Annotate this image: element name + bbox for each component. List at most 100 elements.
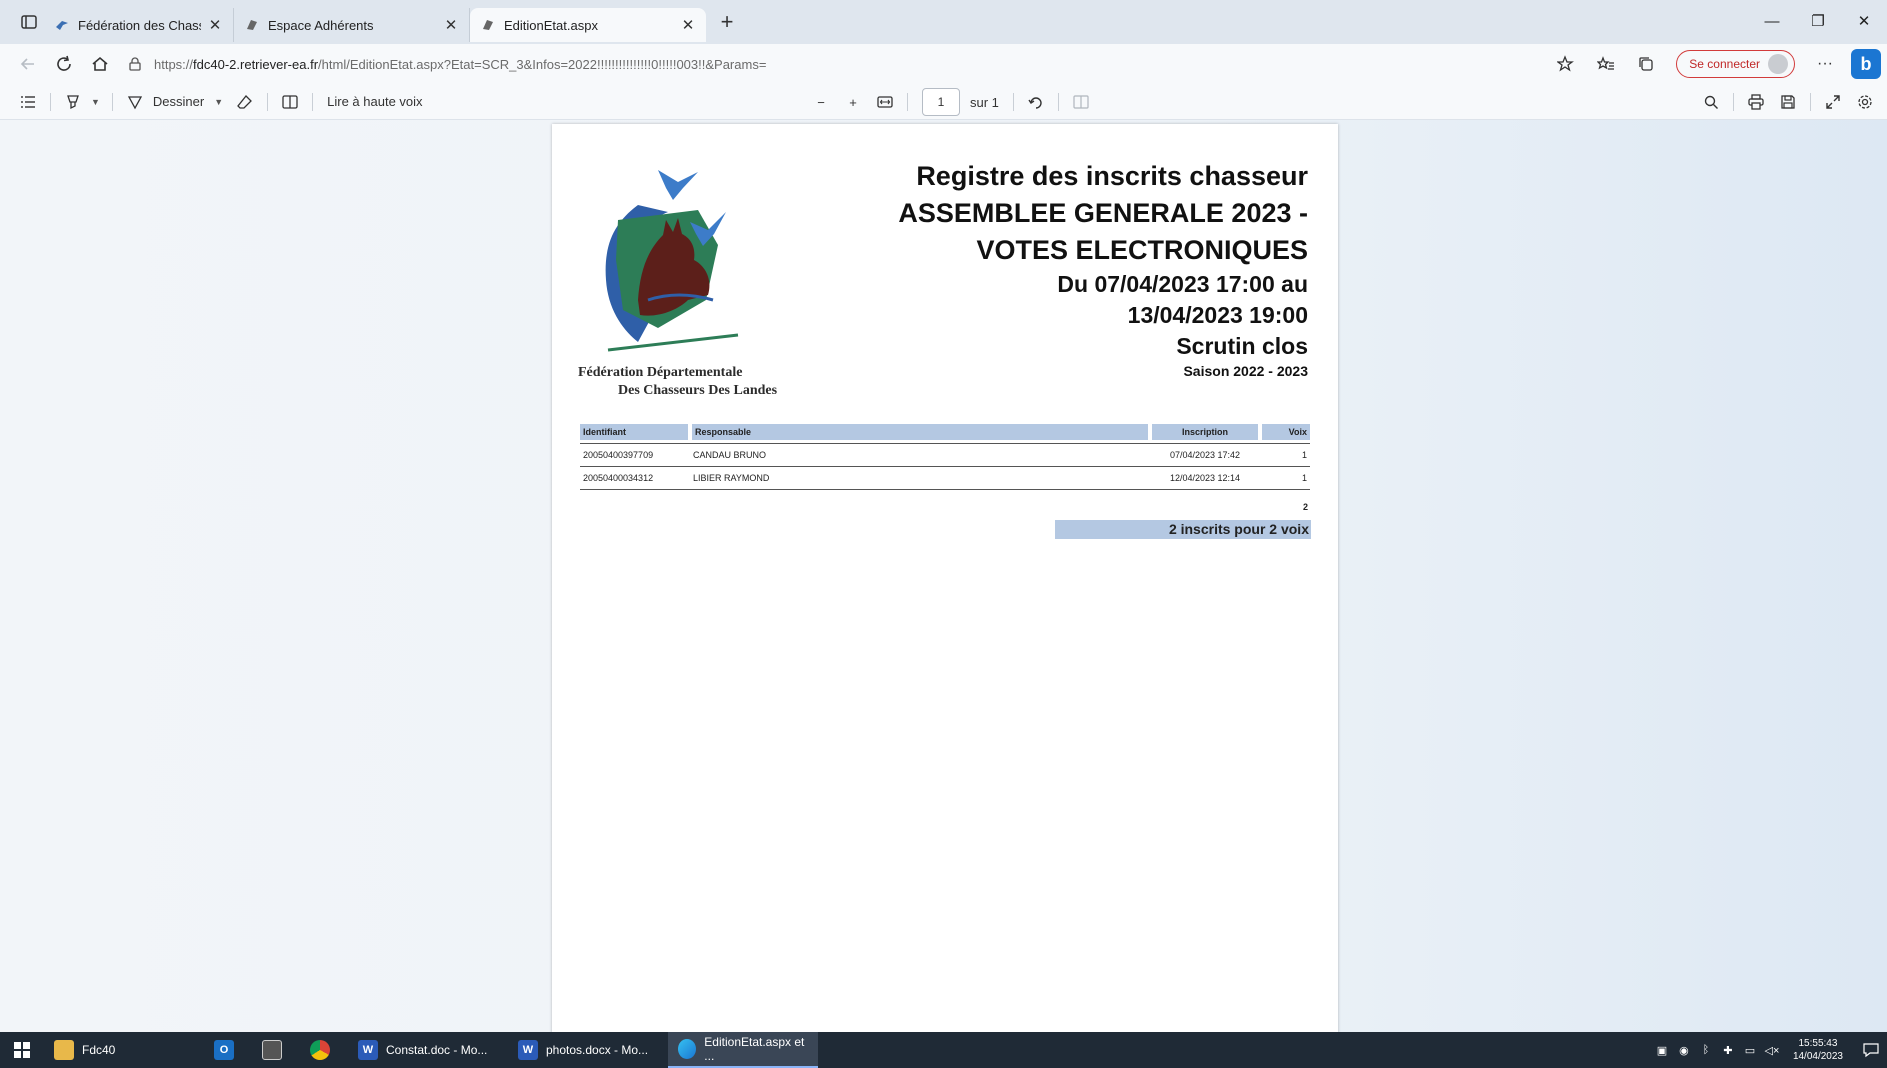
settings-button[interactable]: [1849, 88, 1881, 116]
draw-icon[interactable]: [119, 88, 151, 116]
tab-actions-button[interactable]: [14, 7, 44, 37]
column-header-identifiant: Identifiant: [580, 424, 692, 440]
reload-button[interactable]: [46, 49, 82, 79]
home-icon: [92, 56, 108, 71]
favorites-button[interactable]: [1586, 49, 1626, 79]
chevron-down-icon[interactable]: ▼: [91, 97, 100, 107]
print-button[interactable]: [1740, 88, 1772, 116]
zoom-out-button[interactable]: −: [805, 88, 837, 116]
divider: [1733, 93, 1734, 111]
column-header-responsable: Responsable: [690, 424, 1152, 440]
back-arrow-icon: [20, 58, 34, 70]
display-icon[interactable]: ▭: [1739, 1040, 1761, 1060]
minimize-button[interactable]: —: [1749, 6, 1795, 36]
divider: [267, 92, 269, 111]
zoom-in-button[interactable]: +: [837, 88, 869, 116]
report-title-line-3: VOTES ELECTRONIQUES: [976, 235, 1308, 265]
more-button[interactable]: ···: [1805, 49, 1845, 79]
taskbar-item-constat[interactable]: W Constat.doc - Mo...: [348, 1032, 508, 1068]
printer-tray-icon[interactable]: ▣: [1651, 1040, 1673, 1060]
restore-button[interactable]: ❐: [1795, 6, 1841, 36]
total-votes: 2: [1302, 502, 1308, 512]
bing-chat-icon[interactable]: b: [1851, 49, 1881, 79]
sign-in-button[interactable]: Se connecter: [1676, 50, 1795, 78]
fit-page-button[interactable]: [869, 88, 901, 116]
tab-close-icon[interactable]: ✕: [680, 16, 696, 34]
notifications-button[interactable]: [1855, 1032, 1887, 1068]
logo-line-1: Fédération Départementale: [578, 365, 743, 380]
taskbar-app[interactable]: [252, 1032, 300, 1068]
clock-date: 14/04/2023: [1792, 1051, 1843, 1062]
rotate-button[interactable]: [1020, 88, 1052, 116]
eraser-button[interactable]: [229, 88, 261, 116]
draw-button[interactable]: Dessiner: [153, 94, 204, 109]
tab-federation[interactable]: Fédération des Chasseurs des La ✕: [44, 8, 234, 42]
url-field[interactable]: https://fdc40-2.retriever-ea.fr/html/Edi…: [128, 57, 1546, 72]
page-number-input[interactable]: 1: [922, 88, 960, 116]
collections-button[interactable]: [1626, 49, 1666, 79]
home-button[interactable]: [82, 49, 118, 79]
cell-responsable: CANDAU BRUNO: [690, 443, 1150, 467]
rotate-icon: [1028, 97, 1042, 109]
taskbar-item-fdc40[interactable]: Fdc40: [44, 1032, 204, 1068]
new-tab-button[interactable]: +: [712, 7, 742, 37]
address-bar: https://fdc40-2.retriever-ea.fr/html/Edi…: [0, 44, 1887, 84]
address-bar-actions: Se connecter ··· b: [1546, 49, 1881, 79]
contents-button[interactable]: [12, 88, 44, 116]
volume-muted-icon[interactable]: ◁×: [1761, 1040, 1783, 1060]
logo-text: Fédération Départementale Des Chasseurs …: [578, 364, 778, 400]
star-add-icon: [1557, 55, 1575, 72]
pdf-viewer[interactable]: Fédération Départementale Des Chasseurs …: [0, 120, 1887, 1034]
page-total: sur 1: [970, 94, 999, 110]
app-tray-icon[interactable]: ◉: [1673, 1040, 1695, 1060]
url-path: /html/EditionEtat.aspx?Etat=SCR_3&Infos=…: [318, 56, 767, 72]
eraser-icon: [237, 94, 253, 109]
close-window-button[interactable]: ✕: [1841, 6, 1887, 36]
two-page-button[interactable]: [1065, 88, 1097, 116]
taskbar-item-photos[interactable]: W photos.docx - Mo...: [508, 1032, 668, 1068]
page-view-button[interactable]: [274, 88, 306, 116]
save-button[interactable]: [1772, 88, 1804, 116]
back-button[interactable]: [10, 49, 46, 79]
tab-espace-adherents[interactable]: Espace Adhérents ✕: [234, 8, 470, 42]
pdf-page: Fédération Départementale Des Chasseurs …: [552, 124, 1338, 1034]
chrome-icon: [310, 1040, 330, 1060]
bluetooth-icon[interactable]: ᛒ: [1695, 1040, 1717, 1060]
tab-edition-etat[interactable]: EditionEtat.aspx ✕: [470, 8, 706, 42]
start-button[interactable]: [0, 1032, 44, 1068]
tab-close-icon[interactable]: ✕: [207, 16, 223, 34]
page-icon: [480, 17, 496, 33]
collections-icon: [1639, 57, 1653, 71]
clock[interactable]: 15:55:43 14/04/2023: [1793, 1037, 1843, 1063]
add-favorite-button[interactable]: [1546, 49, 1586, 79]
edge-icon: [678, 1039, 697, 1059]
taskbar-outlook[interactable]: O: [204, 1032, 252, 1068]
tab-close-icon[interactable]: ✕: [443, 16, 459, 34]
url-host: fdc40-2.retriever-ea.fr: [193, 56, 319, 72]
list-icon: [21, 95, 35, 108]
vote-status: Scrutin clos: [1176, 333, 1308, 359]
browser-tab-strip: Fédération des Chasseurs des La ✕ Espace…: [0, 0, 1887, 44]
taskbar-chrome[interactable]: [300, 1032, 348, 1068]
read-aloud-button[interactable]: Lire à haute voix: [327, 94, 422, 109]
taskbar-item-edge[interactable]: EditionEtat.aspx et ...: [668, 1032, 818, 1068]
search-button[interactable]: [1695, 88, 1727, 116]
window-controls: — ❐ ✕: [1749, 6, 1887, 36]
network-icon[interactable]: ✚: [1717, 1040, 1739, 1060]
report-title-line-1: Registre des inscrits chasseur: [916, 161, 1308, 191]
cell-voix: 1: [1260, 443, 1310, 467]
vote-period-line-1: Du 07/04/2023 17:00 au: [1057, 271, 1308, 297]
cell-responsable: LIBIER RAYMOND: [690, 466, 1150, 490]
taskbar-item-label: Fdc40: [82, 1043, 116, 1057]
divider: [907, 93, 908, 111]
tab-title: Fédération des Chasseurs des La: [78, 17, 201, 33]
tab-title: EditionEtat.aspx: [504, 17, 598, 33]
fullscreen-button[interactable]: [1817, 88, 1849, 116]
windows-logo-icon: [14, 1042, 30, 1058]
fit-width-icon: [877, 96, 893, 108]
column-header-inscription: Inscription: [1150, 424, 1262, 440]
chevron-down-icon[interactable]: ▼: [214, 97, 223, 107]
highlight-button[interactable]: [57, 88, 89, 116]
pdf-toolbar: ▼ Dessiner ▼ Lire à haute voix − + 1 sur…: [0, 84, 1887, 120]
taskbar-item-label: EditionEtat.aspx et ...: [704, 1035, 805, 1063]
